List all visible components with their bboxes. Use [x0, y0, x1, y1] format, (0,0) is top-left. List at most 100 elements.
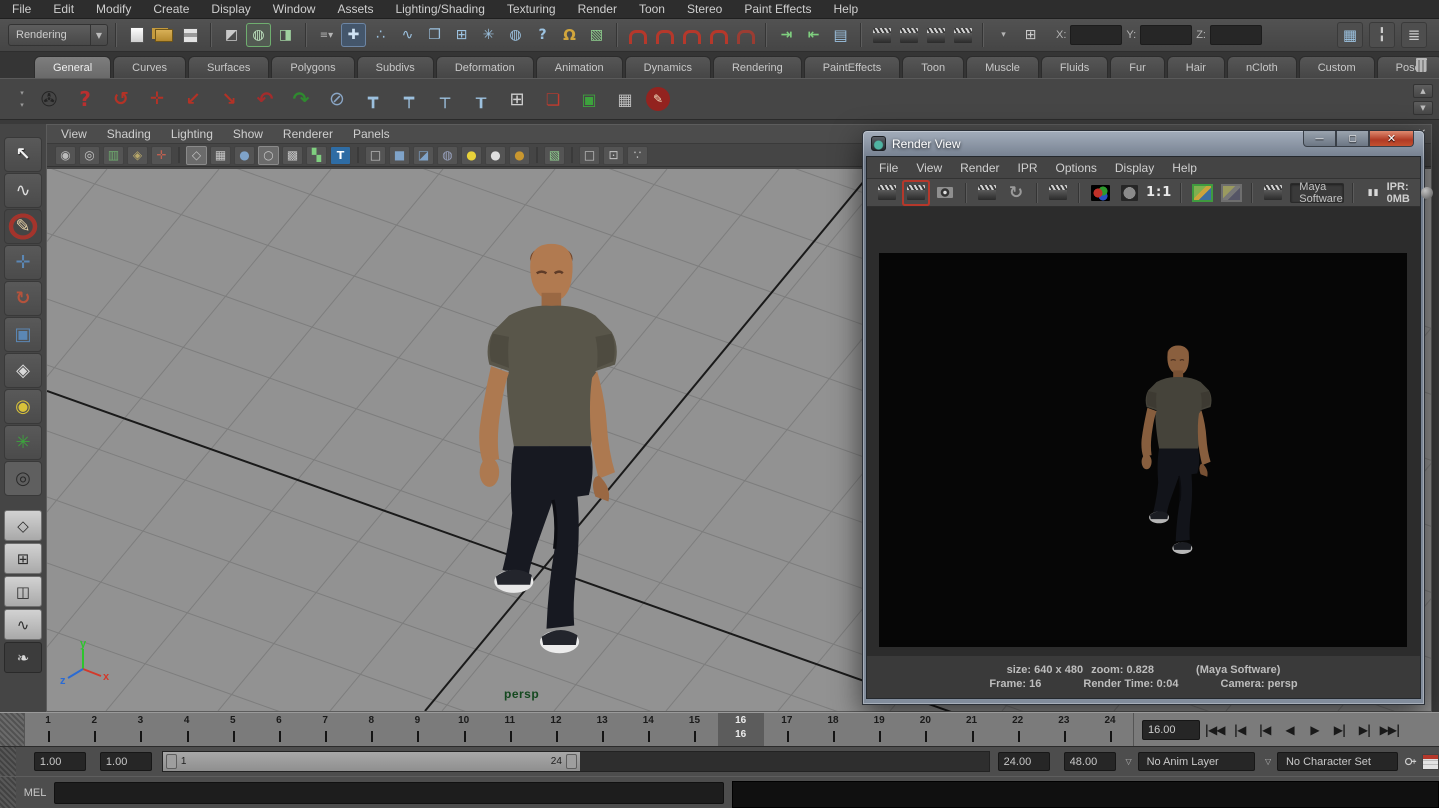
snap-view-plane-icon[interactable] — [706, 23, 731, 47]
shelf-tab-painteffects[interactable]: PaintEffects — [804, 56, 901, 78]
command-input[interactable] — [54, 782, 724, 804]
select-hierarchy-mode-icon[interactable]: ◩ — [219, 23, 244, 47]
command-line-grip[interactable] — [0, 777, 16, 808]
smooth-shade-icon[interactable]: ● — [234, 146, 255, 165]
trash-icon[interactable] — [1411, 56, 1431, 74]
timeline-frame[interactable]: 13 — [579, 713, 625, 746]
timeline-frame[interactable]: 4 — [164, 713, 210, 746]
character-set-dropdown-icon[interactable]: ▽ — [1261, 752, 1275, 771]
scale-tool[interactable]: ▣ — [4, 317, 42, 352]
isolate-select-icon[interactable]: ▧ — [544, 146, 565, 165]
shaded-display-icon[interactable]: ■ — [389, 146, 410, 165]
panel-menu-item[interactable]: Lighting — [171, 127, 213, 141]
node-editor-icon[interactable]: ⊞ — [502, 84, 532, 114]
timeline-frame[interactable]: 1 — [25, 713, 71, 746]
tool-settings-toggle-icon[interactable]: ╏ — [1369, 22, 1395, 48]
timeline-frame[interactable]: 5 — [210, 713, 256, 746]
menu-item[interactable]: Paint Effects — [744, 2, 811, 16]
timeline-frame[interactable]: 2 — [71, 713, 117, 746]
animation-end-field[interactable] — [1064, 752, 1116, 771]
material-override-icon[interactable]: ◍ — [437, 146, 458, 165]
timeline-frame[interactable]: 23 — [1041, 713, 1087, 746]
rgb-channels-icon[interactable] — [1088, 182, 1112, 204]
shelf-tab-polygons[interactable]: Polygons — [271, 56, 354, 78]
step-back-key-button[interactable]: |◀ — [1252, 718, 1277, 742]
track-camera-icon[interactable]: ↘ — [214, 84, 244, 114]
timeline-frame[interactable]: 7 — [302, 713, 348, 746]
render-view-menu-item[interactable]: Render — [960, 161, 999, 175]
keep-image-icon[interactable] — [1190, 182, 1214, 204]
turntable-camera-icon[interactable]: ↺ — [106, 84, 136, 114]
default-material-icon[interactable]: □ — [365, 146, 386, 165]
delete-unused-icon[interactable]: ⊘ — [322, 84, 352, 114]
render-current-frame-icon[interactable] — [896, 23, 921, 47]
single-pane-layout-button[interactable]: ◇ — [4, 510, 42, 541]
timeline-frame[interactable]: 21 — [948, 713, 994, 746]
pan-zoom-icon[interactable]: ✛ — [151, 146, 172, 165]
group-objects-icon[interactable]: ▦ — [610, 84, 640, 114]
camera-attributes-icon[interactable]: ◎ — [79, 146, 100, 165]
zoom-one-to-one-button[interactable]: 1:1 — [1146, 182, 1172, 204]
camera-select-icon[interactable]: ◉ — [55, 146, 76, 165]
lasso-select-tool[interactable]: ∿ — [4, 173, 42, 208]
soft-modification-tool[interactable]: ◉ — [4, 389, 42, 424]
alpha-channel-icon[interactable] — [1117, 182, 1141, 204]
menu-item[interactable]: Create — [153, 2, 189, 16]
timeline-frame[interactable]: 10 — [441, 713, 487, 746]
renderer-select[interactable]: Maya Software — [1290, 183, 1343, 203]
ipr-region-icon[interactable] — [1046, 182, 1070, 204]
timeline-frame[interactable]: 19 — [856, 713, 902, 746]
timeline-frame[interactable]: 3 — [117, 713, 163, 746]
shelf-tab-custom[interactable]: Custom — [1299, 56, 1375, 78]
panel-menu-item[interactable]: Show — [233, 127, 263, 141]
step-forward-frame-button[interactable]: ▶| — [1352, 718, 1377, 742]
range-slider-bar[interactable]: 1 24 — [163, 752, 580, 771]
shelf-tab-deformation[interactable]: Deformation — [436, 56, 534, 78]
snap-align-icon[interactable]: ❏ — [538, 84, 568, 114]
redo-icon[interactable]: ↷ — [286, 84, 316, 114]
animation-preferences-icon[interactable] — [1422, 754, 1439, 770]
panel-menu-item[interactable]: Renderer — [283, 127, 333, 141]
render-view-menu-item[interactable]: File — [879, 161, 898, 175]
render-view-menu-item[interactable]: IPR — [1018, 161, 1038, 175]
wing-logo-button[interactable]: ❧ — [4, 642, 42, 673]
frame-all-icon[interactable]: ⊡ — [603, 146, 624, 165]
construction-history-icon[interactable]: ▤ — [828, 23, 853, 47]
range-grip[interactable] — [0, 747, 16, 776]
xray-icon[interactable]: ▩ — [282, 146, 303, 165]
maximize-button[interactable]: ▢ — [1336, 131, 1369, 147]
mask-points-icon[interactable]: ∴ — [368, 23, 393, 47]
shelf-tab-rendering[interactable]: Rendering — [713, 56, 802, 78]
ipr-render-icon[interactable] — [975, 182, 999, 204]
go-to-end-button[interactable]: ▶▶| — [1377, 718, 1402, 742]
mask-misc-icon[interactable]: ? — [530, 23, 555, 47]
step-forward-key-button[interactable]: ▶| — [1327, 718, 1352, 742]
select-object-mode-icon[interactable]: ◍ — [246, 23, 271, 47]
paint-select-tool[interactable]: ✎ — [4, 209, 42, 244]
attribute-editor-toggle-icon[interactable]: ≣ — [1401, 22, 1427, 48]
pause-ipr-button[interactable]: ▮▮ — [1368, 188, 1380, 198]
wireframe-on-shaded-icon[interactable]: ○ — [258, 146, 279, 165]
play-backwards-button[interactable]: ◀ — [1277, 718, 1302, 742]
go-to-start-button[interactable]: |◀◀ — [1202, 718, 1227, 742]
snap-curve-icon[interactable] — [652, 23, 677, 47]
input-connections-icon[interactable]: ⇥ — [774, 23, 799, 47]
scene-reel-icon[interactable]: ✇ — [34, 84, 64, 114]
remove-image-icon[interactable] — [1219, 182, 1243, 204]
open-scene-icon[interactable] — [151, 23, 176, 47]
timeline-frame[interactable]: 11 — [487, 713, 533, 746]
mask-rendering-icon[interactable]: ◍ — [503, 23, 528, 47]
default-light-icon[interactable]: ● — [461, 146, 482, 165]
timeline-frame[interactable]: 15 — [671, 713, 717, 746]
timeline-frame[interactable]: 12 — [533, 713, 579, 746]
isolate-cube-icon[interactable]: □ — [579, 146, 600, 165]
playback-end-field[interactable] — [998, 752, 1050, 771]
flat-light-icon[interactable]: ● — [485, 146, 506, 165]
undo-icon[interactable]: ↶ — [250, 84, 280, 114]
highlight-selection-icon[interactable]: ▧ — [584, 23, 609, 47]
menu-item[interactable]: Modify — [96, 2, 131, 16]
animation-start-field[interactable] — [34, 752, 86, 771]
render-view-menu-item[interactable]: Help — [1172, 161, 1197, 175]
show-manipulator-tool[interactable]: ✳ — [4, 425, 42, 460]
refresh-ipr-icon[interactable]: ↻ — [1004, 182, 1028, 204]
